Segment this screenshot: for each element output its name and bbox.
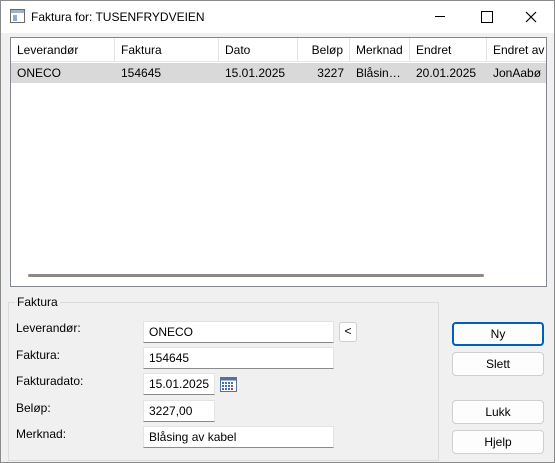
calendar-icon[interactable] <box>220 376 237 392</box>
belop-field[interactable]: 3227,00 <box>143 400 215 422</box>
cell-merknad: Blåsing av kabel <box>356 66 410 80</box>
merknad-label: Merknad: <box>16 427 67 441</box>
column-header-belop[interactable]: Beløp <box>298 38 350 62</box>
cell-endret-av: JonAabø <box>493 66 542 80</box>
cell-dato: 15.01.2025 <box>225 66 286 80</box>
title-bar[interactable]: Faktura for: TUSENFRYDVEIEN <box>1 1 554 33</box>
close-icon[interactable] <box>508 1 554 33</box>
column-header-faktura[interactable]: Faktura <box>115 38 219 62</box>
delete-button[interactable]: Slett <box>452 352 544 376</box>
table-header: Leverandør Faktura Dato Beløp Merknad En… <box>11 38 546 62</box>
new-button[interactable]: Ny <box>452 322 544 346</box>
cell-belop: 3227 <box>317 66 344 80</box>
faktura-field[interactable]: 154645 <box>143 347 334 369</box>
invoice-table[interactable]: Leverandør Faktura Dato Beløp Merknad En… <box>10 37 547 287</box>
leverandor-field[interactable]: ONECO <box>143 321 334 343</box>
help-button[interactable]: Hjelp <box>452 430 544 454</box>
scrollbar-thumb[interactable] <box>28 274 484 277</box>
table-row[interactable]: ONECO 154645 15.01.2025 3227 Blåsing av … <box>11 63 546 83</box>
belop-label: Beløp: <box>16 401 51 415</box>
column-header-endret-av[interactable]: Endret av <box>487 38 546 62</box>
column-header-dato[interactable]: Dato <box>219 38 298 62</box>
fakturadato-field[interactable]: 15.01.2025 <box>143 373 215 395</box>
maximize-icon[interactable] <box>463 1 509 33</box>
groupbox-label: Faktura <box>15 295 60 309</box>
cell-leverandor: ONECO <box>17 66 62 80</box>
column-header-merknad[interactable]: Merknad <box>350 38 410 62</box>
column-header-endret[interactable]: Endret <box>410 38 487 62</box>
window-title: Faktura for: TUSENFRYDVEIEN <box>31 10 205 24</box>
faktura-label: Faktura: <box>16 348 61 362</box>
cell-faktura: 154645 <box>121 66 162 80</box>
fakturadato-label: Fakturadato: <box>16 374 84 388</box>
select-leverandor-button[interactable]: < <box>339 322 357 342</box>
close-button[interactable]: Lukk <box>452 400 544 424</box>
horizontal-scrollbar[interactable] <box>12 271 545 285</box>
column-header-leverandor[interactable]: Leverandør <box>11 38 115 62</box>
invoice-dialog: Faktura for: TUSENFRYDVEIEN Leverandør F… <box>0 0 555 463</box>
minimize-icon[interactable] <box>417 1 463 33</box>
merknad-field[interactable]: Blåsing av kabel <box>143 426 334 448</box>
cell-endret: 20.01.2025 <box>416 66 477 80</box>
app-window-icon <box>10 9 25 23</box>
leverandor-label: Leverandør: <box>16 321 81 335</box>
